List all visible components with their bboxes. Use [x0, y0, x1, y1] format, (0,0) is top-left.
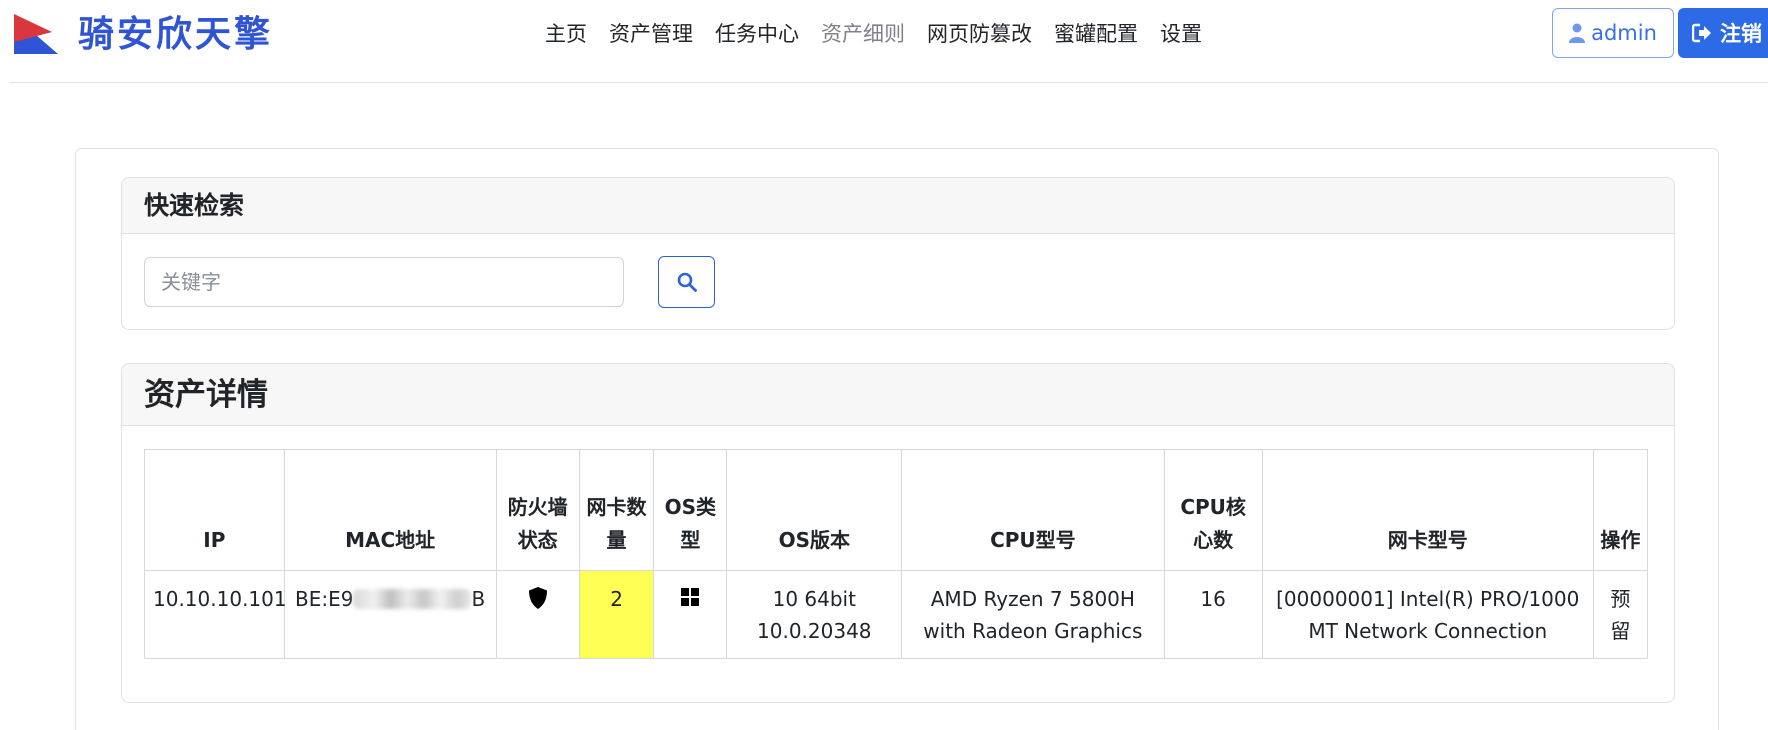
mac-prefix: BE:E9 — [295, 587, 354, 611]
search-icon — [677, 272, 697, 292]
nav-item-asset-management[interactable]: 资产管理 — [609, 14, 693, 54]
table-header-row: IP MAC地址 防火墙状态 网卡数量 OS类型 OS版本 CPU型号 CPU核… — [144, 449, 1649, 571]
user-icon — [1569, 23, 1586, 43]
brand-name: 骑安欣天擎 — [78, 14, 274, 55]
top-navbar: 骑安欣天擎 主页 资产管理 任务中心 资产细则 网页防篡改 蜜罐配置 设置 ad… — [0, 0, 1768, 84]
cell-action-reserved[interactable]: 预留 — [1592, 570, 1649, 659]
quick-search-card: 快速检索 — [121, 177, 1675, 330]
cell-firewall-status — [495, 570, 580, 659]
cell-cpu-cores: 16 — [1163, 570, 1263, 659]
cell-os-version: 10 64bit 10.0.20348 — [726, 570, 903, 659]
column-header-ip[interactable]: IP — [144, 449, 285, 571]
cell-os-type — [653, 570, 728, 659]
cell-cpu-model: AMD Ryzen 7 5800H with Radeon Graphics — [901, 570, 1165, 659]
logout-button[interactable]: 注销 — [1678, 8, 1768, 58]
navbar-divider — [10, 82, 1768, 83]
column-header-os-type[interactable]: OS类型 — [653, 449, 728, 571]
cell-nic-count: 2 — [578, 570, 655, 659]
cell-ip: 10.10.10.101 — [144, 570, 287, 659]
column-header-nic-count[interactable]: 网卡数量 — [578, 449, 655, 571]
search-input[interactable] — [144, 257, 624, 307]
table-row: 10.10.10.101 BE:E9 B 2 10 64bit 10.0.203… — [144, 570, 1649, 659]
asset-details-title: 资产详情 — [122, 364, 1674, 426]
logout-icon — [1692, 23, 1711, 43]
main-nav: 主页 资产管理 任务中心 资产细则 网页防篡改 蜜罐配置 设置 — [545, 14, 1224, 54]
column-header-firewall-status[interactable]: 防火墙状态 — [495, 449, 580, 571]
nav-item-home[interactable]: 主页 — [545, 14, 587, 54]
brand[interactable]: 骑安欣天擎 — [14, 12, 273, 58]
nav-item-honeypot-config[interactable]: 蜜罐配置 — [1054, 14, 1138, 54]
user-name: admin — [1591, 21, 1657, 45]
shield-icon — [528, 587, 547, 609]
quick-search-title: 快速检索 — [122, 178, 1674, 234]
cell-nic-model: [00000001] Intel(R) PRO/1000 MT Network … — [1261, 570, 1594, 659]
nav-item-settings[interactable]: 设置 — [1160, 14, 1202, 54]
logout-label: 注销 — [1720, 22, 1762, 46]
asset-details-card: 资产详情 IP MAC地址 防火墙状态 网卡数量 OS类型 OS版本 CPU型号 — [121, 363, 1675, 703]
column-header-mac[interactable]: MAC地址 — [283, 449, 497, 571]
column-header-action[interactable]: 操作 — [1592, 449, 1649, 571]
column-header-cpu-cores[interactable]: CPU核心数 — [1163, 449, 1263, 571]
column-header-cpu-model[interactable]: CPU型号 — [901, 449, 1165, 571]
nav-item-asset-details[interactable]: 资产细则 — [821, 14, 905, 54]
column-header-os-version[interactable]: OS版本 — [726, 449, 903, 571]
mac-redaction-mask — [353, 589, 472, 609]
nav-item-web-tamper-protection[interactable]: 网页防篡改 — [927, 14, 1032, 54]
brand-logo-icon — [14, 14, 58, 54]
nav-item-task-center[interactable]: 任务中心 — [715, 14, 799, 54]
windows-icon — [681, 588, 700, 606]
user-button[interactable]: admin — [1552, 8, 1674, 58]
search-button[interactable] — [658, 256, 715, 308]
mac-suffix: B — [471, 587, 486, 611]
asset-table: IP MAC地址 防火墙状态 网卡数量 OS类型 OS版本 CPU型号 CPU核… — [144, 449, 1649, 659]
column-header-nic-model[interactable]: 网卡型号 — [1261, 449, 1594, 571]
cell-mac: BE:E9 B — [283, 570, 497, 659]
